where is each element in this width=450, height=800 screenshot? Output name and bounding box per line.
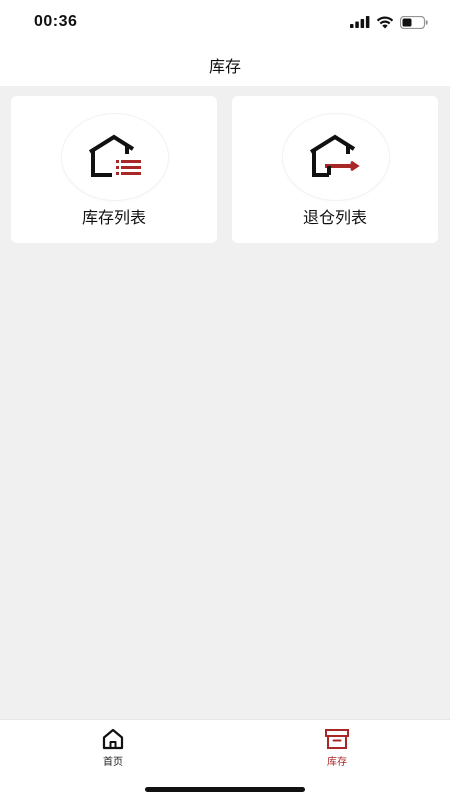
house-return-icon: [309, 134, 360, 177]
return-list-card[interactable]: 退仓列表: [232, 96, 438, 243]
page-title: 库存: [208, 57, 241, 76]
return-list-label: 退仓列表: [302, 208, 367, 227]
archive-box-icon: [325, 729, 349, 749]
tab-inventory-label: 库存: [327, 757, 347, 768]
status-icons: [350, 15, 428, 29]
card-icon-circle: [62, 114, 168, 200]
status-bar: 00:36: [0, 0, 450, 44]
card-icon-circle: [283, 114, 389, 200]
content-area: 库存列表 退仓列表: [0, 86, 450, 719]
house-list-icon: [88, 134, 141, 177]
nav-bar: 库存: [0, 44, 450, 86]
cellular-signal-icon: [350, 16, 370, 28]
battery-icon: [400, 15, 428, 29]
tab-inventory[interactable]: 库存: [297, 728, 377, 768]
status-time: 00:36: [34, 13, 78, 30]
inventory-list-label: 库存列表: [81, 208, 146, 227]
inventory-list-card[interactable]: 库存列表: [11, 96, 217, 243]
home-indicator: [145, 787, 305, 792]
tab-home-label: 首页: [103, 757, 123, 768]
home-icon: [102, 728, 124, 750]
wifi-icon: [376, 16, 394, 28]
tab-home[interactable]: 首页: [73, 728, 153, 768]
